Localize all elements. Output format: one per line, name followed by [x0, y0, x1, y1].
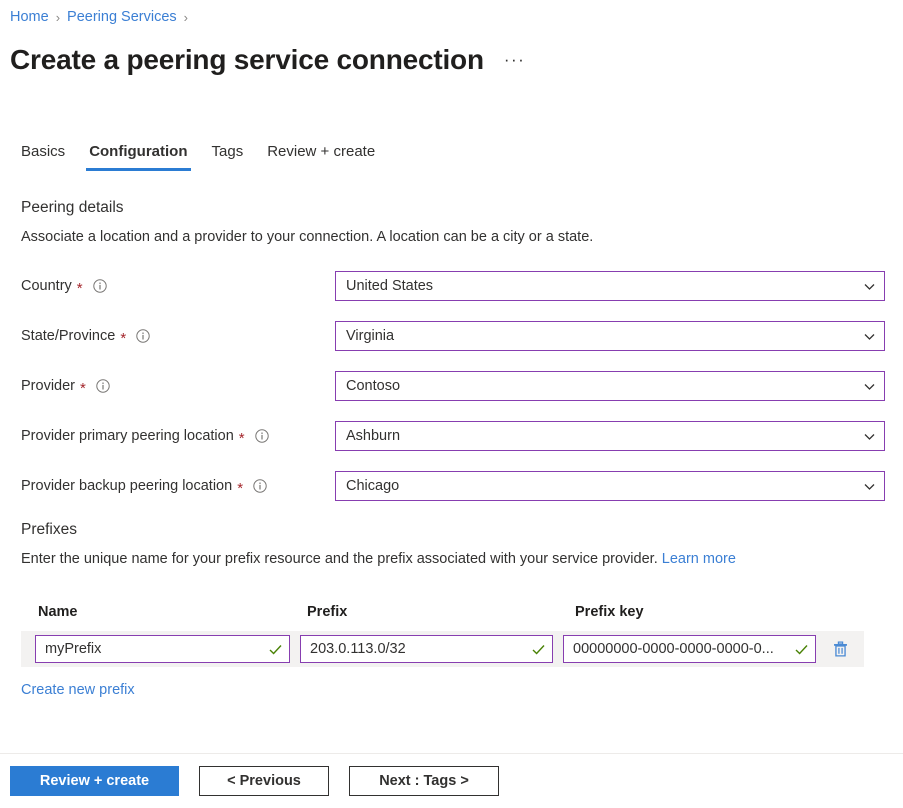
tab-review-create-label: Review + create	[267, 143, 376, 160]
tab-tags-label: Tags	[211, 143, 244, 160]
page-title: Create a peering service connection	[10, 44, 484, 75]
footer-actions: Review + create < Previous Next : Tags >	[10, 766, 499, 796]
prefix-value-text: 203.0.113.0/32	[310, 641, 406, 657]
footer-divider	[0, 753, 903, 754]
label-country: Country *	[21, 278, 335, 297]
form-row-provider-backup-peering-location: Provider backup peering location * Chica…	[21, 471, 885, 501]
label-provider-text: Provider	[21, 378, 75, 394]
wizard-tabs: Basics Configuration Tags Review + creat…	[10, 142, 387, 171]
tab-configuration-label: Configuration	[89, 143, 188, 160]
chevron-down-icon	[863, 280, 876, 293]
tab-basics-label: Basics	[21, 143, 66, 160]
tab-tags[interactable]: Tags	[200, 142, 256, 171]
breadcrumb: Home › Peering Services ›	[10, 9, 195, 25]
chevron-down-icon	[863, 380, 876, 393]
required-asterisk: *	[238, 429, 245, 447]
prefix-table-header: Name Prefix Prefix key	[38, 604, 868, 624]
page-header: Create a peering service connection ···	[10, 40, 525, 84]
breadcrumb-item-home[interactable]: Home	[10, 9, 49, 25]
valid-check-icon	[531, 642, 546, 657]
info-icon[interactable]	[254, 429, 269, 443]
dropdown-provider-value: Contoso	[346, 378, 401, 394]
prefixes-description: Enter the unique name for your prefix re…	[21, 551, 736, 567]
prefixes-description-text: Enter the unique name for your prefix re…	[21, 551, 658, 567]
label-provider-backup-peering-location: Provider backup peering location *	[21, 478, 335, 497]
form-row-state-province: State/Province * Virginia	[21, 321, 885, 351]
label-state-province: State/Province *	[21, 328, 335, 347]
label-country-text: Country	[21, 278, 72, 294]
prefix-name-input[interactable]: myPrefix	[35, 635, 290, 663]
peering-details-description: Associate a location and a provider to y…	[21, 229, 594, 245]
tab-basics[interactable]: Basics	[10, 142, 77, 171]
dropdown-provider[interactable]: Contoso	[335, 371, 885, 401]
required-asterisk: *	[76, 279, 83, 297]
info-icon[interactable]	[136, 329, 150, 343]
info-icon[interactable]	[253, 479, 267, 493]
prefix-value-input[interactable]: 203.0.113.0/32	[300, 635, 553, 663]
dropdown-provider-backup-peering-location-value: Chicago	[346, 478, 400, 494]
breadcrumb-item-peering-services[interactable]: Peering Services	[67, 9, 177, 25]
prefix-key-input[interactable]: 00000000-0000-0000-0000-0...	[563, 635, 816, 663]
required-asterisk: *	[120, 329, 127, 347]
learn-more-link[interactable]: Learn more	[662, 551, 736, 567]
dropdown-state-province[interactable]: Virginia	[335, 321, 885, 351]
dropdown-state-province-value: Virginia	[346, 328, 395, 344]
required-asterisk: *	[80, 379, 86, 397]
info-icon[interactable]	[92, 279, 107, 293]
delete-prefix-button[interactable]	[829, 638, 851, 660]
form-row-provider-primary-peering-location: Provider primary peering location * Ashb…	[21, 421, 885, 451]
tab-review-create[interactable]: Review + create	[255, 142, 387, 171]
peering-details-heading: Peering details	[21, 199, 124, 216]
more-options-icon[interactable]: ···	[504, 40, 525, 80]
dropdown-provider-backup-peering-location[interactable]: Chicago	[335, 471, 885, 501]
form-row-provider: Provider * Contoso	[21, 371, 885, 401]
required-asterisk: *	[237, 479, 244, 497]
label-provider-primary-peering-location: Provider primary peering location *	[21, 428, 335, 447]
label-provider-primary-peering-location-text: Provider primary peering location	[21, 428, 234, 444]
valid-check-icon	[268, 642, 283, 657]
tab-configuration[interactable]: Configuration	[77, 142, 199, 171]
prefix-key-value: 00000000-0000-0000-0000-0...	[573, 641, 774, 657]
breadcrumb-separator-icon: ›	[183, 9, 188, 25]
chevron-down-icon	[863, 430, 876, 443]
dropdown-provider-primary-peering-location-value: Ashburn	[346, 428, 401, 444]
create-new-prefix-link[interactable]: Create new prefix	[21, 682, 135, 698]
previous-button[interactable]: < Previous	[199, 766, 329, 796]
label-provider: Provider *	[21, 378, 335, 397]
breadcrumb-separator-icon: ›	[55, 9, 61, 25]
column-header-prefix: Prefix	[307, 604, 348, 620]
column-header-name: Name	[38, 604, 78, 620]
valid-check-icon	[794, 642, 809, 657]
review-create-button[interactable]: Review + create	[10, 766, 179, 796]
prefixes-heading: Prefixes	[21, 521, 77, 538]
label-provider-backup-peering-location-text: Provider backup peering location	[21, 478, 233, 494]
chevron-down-icon	[863, 330, 876, 343]
next-tags-button[interactable]: Next : Tags >	[349, 766, 499, 796]
dropdown-country-value: United States	[346, 278, 434, 294]
prefix-name-value: myPrefix	[45, 641, 102, 657]
column-header-prefix-key: Prefix key	[575, 604, 644, 620]
form-row-country: Country * United States	[21, 271, 885, 301]
info-icon[interactable]	[96, 379, 110, 393]
dropdown-country[interactable]: United States	[335, 271, 885, 301]
dropdown-provider-primary-peering-location[interactable]: Ashburn	[335, 421, 885, 451]
table-row: myPrefix 203.0.113.0/32 00000000-0000-00…	[21, 631, 864, 667]
chevron-down-icon	[863, 480, 876, 493]
label-state-province-text: State/Province	[21, 328, 116, 344]
